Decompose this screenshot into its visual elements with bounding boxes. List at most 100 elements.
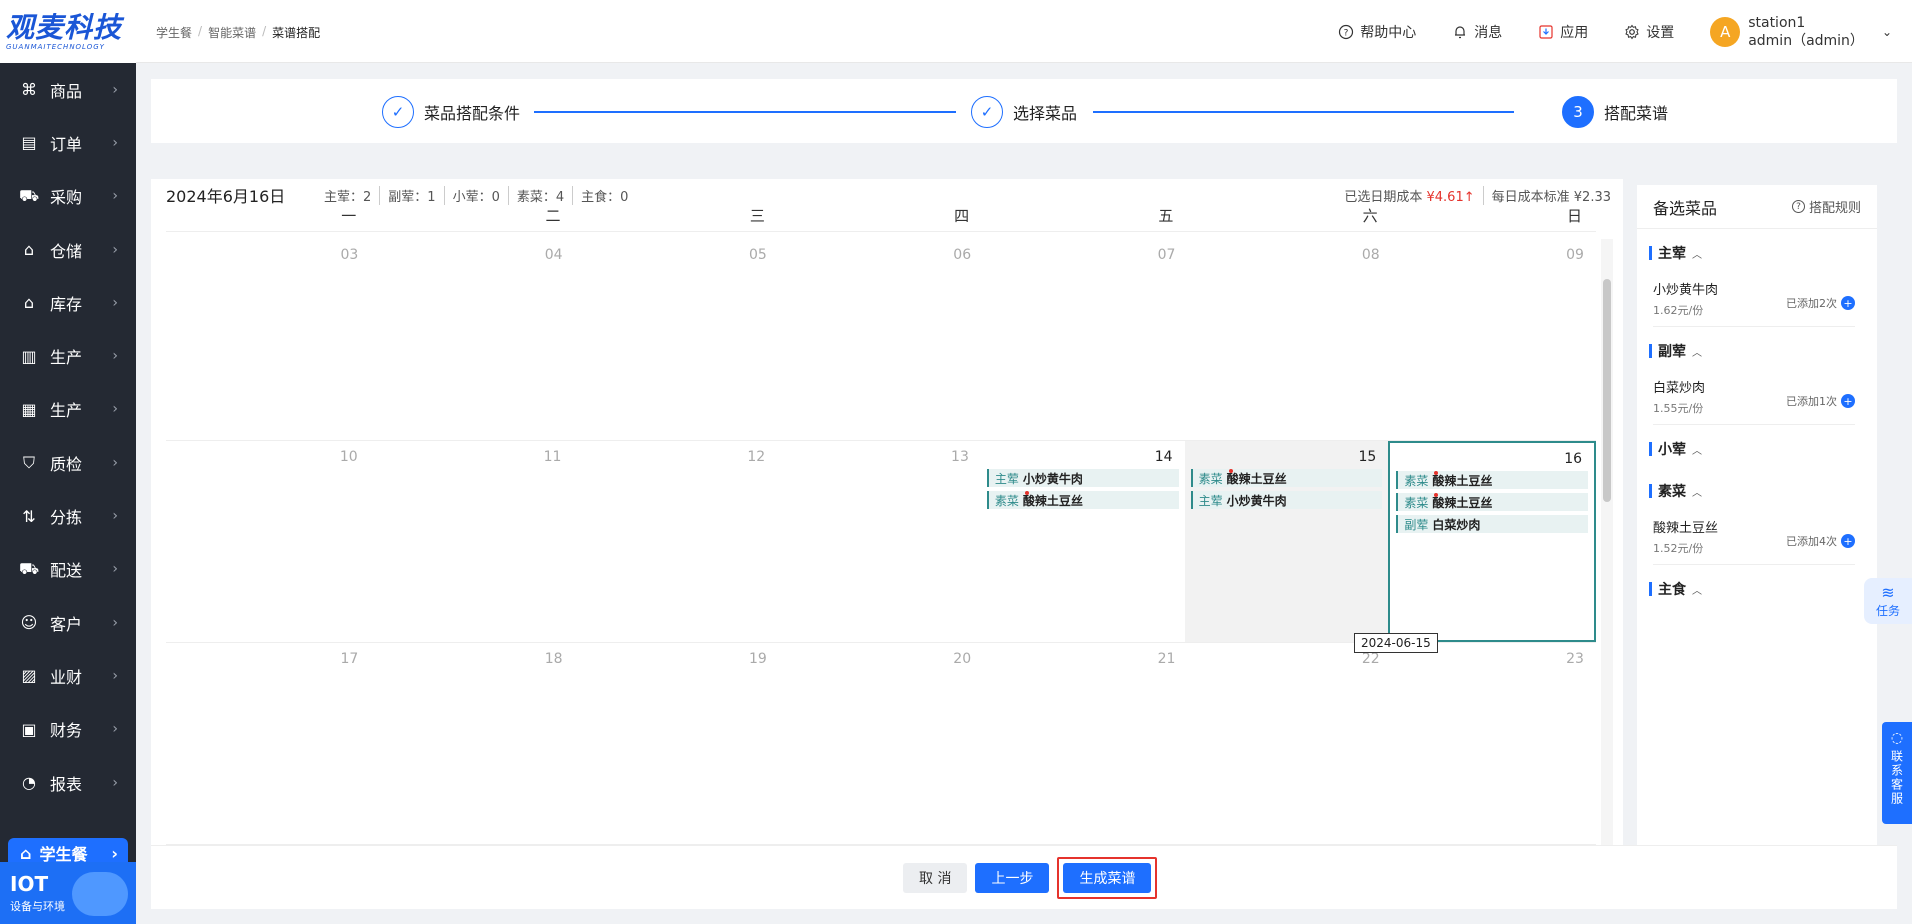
- matching-rules-link[interactable]: ? 搭配规则: [1791, 197, 1861, 216]
- day-number: 12: [747, 449, 766, 465]
- calendar-day[interactable]: 14 主荤 小炒黄牛肉 素菜 酸辣土豆丝: [981, 441, 1185, 642]
- sidebar-item-5[interactable]: ▥ 生产 ›: [0, 329, 136, 382]
- calendar-day[interactable]: 16 素菜 酸辣土豆丝 素菜 酸辣土豆丝 副荤 白菜炒肉: [1388, 441, 1597, 642]
- calendar-day[interactable]: 03: [166, 239, 370, 440]
- meal-entry[interactable]: 素菜 酸辣土豆丝: [1396, 471, 1589, 489]
- sidebar-item-10[interactable]: ☺ 客户 ›: [0, 596, 136, 649]
- generate-menu-button[interactable]: 生成菜谱: [1063, 863, 1152, 893]
- day-number: 10: [339, 449, 358, 465]
- weekday-label: 六: [1362, 207, 1378, 225]
- calendar-day[interactable]: 11: [370, 441, 574, 642]
- top-header: 学生餐 / 智能菜谱 / 菜谱搭配 ? 帮助中心 消息 应用 设置 A stat…: [136, 0, 1912, 63]
- sidebar-item-3[interactable]: ⌂ 仓储 ›: [0, 223, 136, 276]
- sidebar-item-7[interactable]: ⛉ 质检 ›: [0, 436, 136, 489]
- meal-entry[interactable]: 主荤 小炒黄牛肉: [986, 469, 1179, 487]
- calendar-day[interactable]: 07: [983, 239, 1187, 440]
- add-dish-icon[interactable]: +: [1841, 534, 1855, 548]
- calendar-day[interactable]: 04: [370, 239, 574, 440]
- calendar-day[interactable]: 17: [166, 643, 370, 844]
- sidebar-item-11[interactable]: ▨ 业财 ›: [0, 649, 136, 702]
- meal-category: 素菜: [1404, 473, 1429, 488]
- previous-step-button[interactable]: 上一步: [975, 863, 1050, 893]
- calendar-day[interactable]: 06: [779, 239, 983, 440]
- sidebar-item-13[interactable]: ◔ 报表 ›: [0, 756, 136, 809]
- user-menu[interactable]: A station1 admin（admin） ⌄: [1710, 14, 1892, 50]
- category-marker: [1649, 442, 1652, 456]
- sidebar-item-0[interactable]: ⌘ 商品 ›: [0, 63, 136, 116]
- settings-link[interactable]: 设置: [1624, 22, 1674, 42]
- calendar-day[interactable]: 15 素菜 酸辣土豆丝 主荤 小炒黄牛肉: [1184, 441, 1389, 642]
- sidebar-item-9[interactable]: ⛟ 配送 ›: [0, 543, 136, 596]
- day-number: 19: [749, 651, 767, 667]
- sidebar-item-8[interactable]: ⇅ 分拣 ›: [0, 489, 136, 542]
- user-icon: ☺: [20, 613, 38, 633]
- chevron-right-icon: ›: [112, 81, 118, 98]
- calendar-day[interactable]: 21: [983, 643, 1187, 844]
- calendar-day[interactable]: 10: [166, 441, 370, 642]
- warning-dot-icon: [1228, 469, 1233, 473]
- help-center-link[interactable]: ? 帮助中心: [1338, 22, 1416, 42]
- sidebar-item-4[interactable]: ⌂ 库存 ›: [0, 276, 136, 329]
- step-conditions[interactable]: ✓ 菜品搭配条件: [382, 96, 520, 128]
- calendar-day[interactable]: 12: [573, 441, 777, 642]
- add-dish-icon[interactable]: +: [1841, 296, 1855, 310]
- calendar-day[interactable]: 19: [575, 643, 779, 844]
- added-count-label: 已添加1次: [1786, 395, 1837, 408]
- candidate-category[interactable]: 主荤 ︿: [1637, 229, 1877, 271]
- candidate-category[interactable]: 素菜 ︿: [1637, 467, 1877, 509]
- add-dish-icon[interactable]: +: [1841, 394, 1855, 408]
- factory-icon: ▥: [21, 346, 37, 366]
- calendar-day[interactable]: 20: [779, 643, 983, 844]
- customer-service-button[interactable]: ◌ 联系客服: [1882, 722, 1912, 824]
- added-count-label: 已添加2次: [1786, 297, 1837, 310]
- candidate-dish: 白菜炒肉 1.55元/份 已添加1次 +: [1653, 377, 1855, 425]
- check-icon: ✓: [971, 96, 1003, 128]
- layers-icon: ≋: [1881, 583, 1895, 602]
- weekday-label: 三: [749, 207, 765, 225]
- meal-name: 小炒黄牛肉: [1226, 493, 1287, 508]
- breadcrumb-item[interactable]: 学生餐: [156, 24, 192, 41]
- added-count: 已添加1次 +: [1786, 393, 1855, 409]
- sidebar-item-label: 订单: [50, 134, 83, 154]
- meal-entry[interactable]: 副荤 白菜炒肉: [1396, 515, 1589, 533]
- step-select-dishes[interactable]: ✓ 选择菜品: [971, 96, 1077, 128]
- chevron-up-icon: ︿: [1692, 445, 1702, 457]
- settings-label: 设置: [1646, 24, 1675, 41]
- sidebar-item-1[interactable]: ▤ 订单 ›: [0, 116, 136, 169]
- calendar-day[interactable]: 05: [575, 239, 779, 440]
- apps-link[interactable]: 应用: [1538, 22, 1588, 42]
- meal-entry[interactable]: 素菜 酸辣土豆丝: [986, 491, 1179, 509]
- avatar: A: [1710, 16, 1741, 47]
- cancel-button[interactable]: 取 消: [903, 863, 968, 893]
- help-center-label: 帮助中心: [1360, 24, 1417, 41]
- chevron-right-icon: ›: [112, 401, 118, 418]
- sidebar-item-6[interactable]: ▦ 生产 ›: [0, 383, 136, 436]
- check-icon: ✓: [382, 96, 414, 128]
- calendar-day[interactable]: 22: [1187, 643, 1391, 844]
- calendar-day[interactable]: 08: [1187, 239, 1391, 440]
- meal-entry[interactable]: 素菜 酸辣土豆丝: [1190, 469, 1383, 487]
- logo[interactable]: 观麦科技 GUANMAITECHNOLOGY: [0, 0, 136, 63]
- meal-entry[interactable]: 素菜 酸辣土豆丝: [1396, 493, 1589, 511]
- candidate-category[interactable]: 小荤 ︿: [1637, 425, 1877, 467]
- iot-banner[interactable]: IOT 设备与环境: [0, 862, 136, 924]
- scrollbar[interactable]: [1603, 279, 1611, 502]
- sidebar-item-2[interactable]: ⛟ 采购 ›: [0, 170, 136, 223]
- calendar-day[interactable]: 23: [1392, 643, 1596, 844]
- calendar-day[interactable]: 18: [370, 643, 574, 844]
- meal-name: 酸辣土豆丝: [1432, 473, 1493, 488]
- day-number: 03: [340, 247, 359, 263]
- candidate-category[interactable]: 主食 ︿: [1637, 565, 1877, 607]
- meal-name: 酸辣土豆丝: [1432, 495, 1493, 510]
- messages-link[interactable]: 消息: [1452, 22, 1502, 42]
- meal-entry[interactable]: 主荤 小炒黄牛肉: [1190, 491, 1383, 509]
- calendar-day[interactable]: 09: [1392, 239, 1596, 440]
- candidate-dish: 小炒黄牛肉 1.62元/份 已添加2次 +: [1653, 279, 1855, 327]
- day-number: 04: [544, 247, 563, 263]
- task-float-button[interactable]: ≋ 任务: [1864, 578, 1912, 624]
- day-number: 14: [1154, 449, 1173, 465]
- calendar-day[interactable]: 13: [777, 441, 981, 642]
- sidebar-item-12[interactable]: ▣ 财务 ›: [0, 703, 136, 756]
- candidate-category[interactable]: 副荤 ︿: [1637, 327, 1877, 369]
- breadcrumb-item[interactable]: 智能菜谱: [208, 24, 256, 41]
